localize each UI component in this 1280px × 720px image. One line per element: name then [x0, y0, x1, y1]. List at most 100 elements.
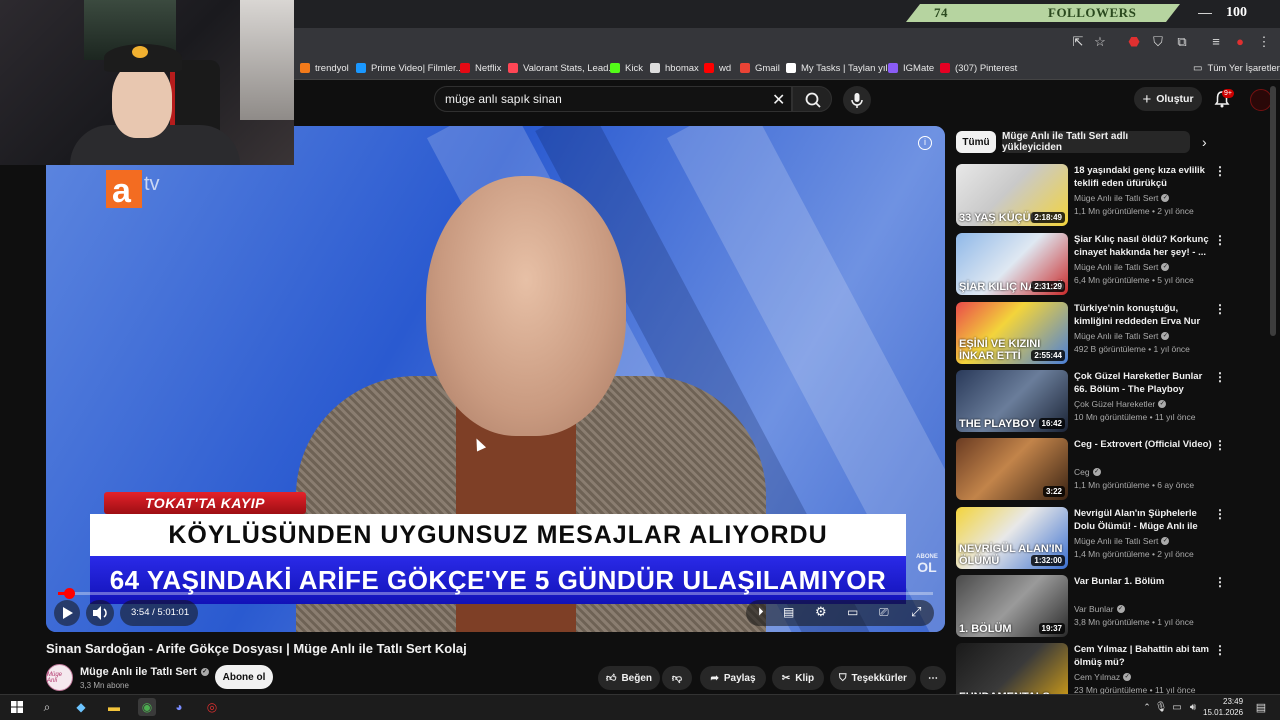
recommended-channel[interactable]: Müge Anlı ile Tatlı Sert ✓: [1074, 262, 1170, 272]
recommended-channel[interactable]: Var Bunlar ✓: [1074, 604, 1125, 614]
bookmark-item[interactable]: My Tasks | Taylan yıl...: [786, 60, 896, 76]
settings-gear-icon[interactable]: ⚙: [815, 604, 827, 620]
recommended-title[interactable]: Cem Yılmaz | Bahattin abi tam ölmüş mü?: [1074, 643, 1212, 669]
page-scrollbar[interactable]: [1270, 86, 1276, 336]
clear-search-icon[interactable]: ✕: [772, 90, 785, 110]
bookmark-item[interactable]: Valorant Stats, Lead...: [508, 60, 616, 76]
all-bookmarks[interactable]: ▭ Tüm Yer İşaretleri: [1193, 60, 1280, 76]
bookmark-star-icon[interactable]: ☆: [1092, 34, 1108, 50]
extensions-puzzle-icon[interactable]: ⧉: [1174, 34, 1190, 50]
obs-icon[interactable]: ◎: [203, 698, 221, 716]
browser-menu-icon[interactable]: ⋮: [1256, 34, 1272, 50]
bookmark-item[interactable]: Kick: [610, 60, 643, 76]
more-options-icon[interactable]: ⋮: [1214, 164, 1226, 178]
video-thumbnail[interactable]: 3:22: [956, 438, 1068, 500]
dislike-button[interactable]: 👎︎: [662, 666, 692, 690]
cast-icon[interactable]: ⎚: [879, 605, 889, 620]
chip-all[interactable]: Tümü: [956, 131, 996, 153]
bookmark-item[interactable]: Netflix: [460, 60, 501, 76]
shield-icon[interactable]: ⛉: [1150, 34, 1166, 50]
video-thumbnail[interactable]: ŞİAR KILIÇ NASIL Ö 2:31:29: [956, 233, 1068, 295]
recommended-channel[interactable]: Müge Anlı ile Tatlı Sert ✓: [1074, 331, 1170, 341]
reading-list-icon[interactable]: ≡: [1208, 34, 1224, 50]
more-options-icon[interactable]: ⋮: [1214, 643, 1226, 657]
video-thumbnail[interactable]: NEVRİGÜL ALAN'IN ÖLÜMÜ 1:32:00: [956, 507, 1068, 569]
user-avatar[interactable]: [1250, 89, 1272, 111]
play-button[interactable]: [54, 600, 80, 626]
file-explorer-icon[interactable]: ▬: [105, 698, 123, 716]
recommended-video[interactable]: 1. BÖLÜM 19:37 Var Bunlar 1. Bölüm Var Bunl…: [956, 575, 1228, 639]
profile-icon[interactable]: ●: [1232, 34, 1248, 50]
video-thumbnail[interactable]: EŞİNİ VE KIZINI İNKAR ETTİ 2:55:44: [956, 302, 1068, 364]
recommended-title[interactable]: Türkiye'nin konuştuğu, kimliğini reddede…: [1074, 302, 1212, 328]
miniplayer-icon[interactable]: ▭: [847, 605, 858, 619]
recommended-video[interactable]: NEVRİGÜL ALAN'IN ÖLÜMÜ 1:32:00 Nevrigül Al…: [956, 507, 1228, 571]
bookmark-item[interactable]: Prime Video| Filmler...: [356, 60, 464, 76]
recommended-video[interactable]: THE PLAYBOY 16:42 Çok Güzel Hareketler Bun…: [956, 370, 1228, 434]
recommended-title[interactable]: Var Bunlar 1. Bölüm: [1074, 575, 1212, 588]
bookmark-item[interactable]: Gmail: [740, 60, 780, 76]
recommended-channel[interactable]: Müge Anlı ile Tatlı Sert ✓: [1074, 536, 1170, 546]
bookmark-item[interactable]: IGMate: [888, 60, 934, 76]
search-button[interactable]: [792, 86, 832, 112]
install-app-icon[interactable]: ⇱: [1070, 34, 1086, 50]
taskbar-search-icon[interactable]: ⌕: [38, 698, 56, 716]
chip-from-channel[interactable]: Müge Anlı ile Tatlı Sert adlı yükleyicid…: [1002, 131, 1190, 153]
recommended-title[interactable]: Çok Güzel Hareketler Bunlar 66. Bölüm - …: [1074, 370, 1212, 396]
voice-search-button[interactable]: [843, 86, 871, 114]
more-actions-button[interactable]: ⋯: [920, 666, 946, 690]
recommended-video[interactable]: 3:22 Ceg - Extrovert (Official Video) Ceg ✓…: [956, 438, 1228, 502]
info-icon[interactable]: i: [918, 136, 932, 150]
recommended-video[interactable]: ŞİAR KILIÇ NASIL Ö 2:31:29 Şiar Kılıç nası…: [956, 233, 1228, 297]
fullscreen-icon[interactable]: ⤢: [911, 604, 921, 620]
recommended-channel[interactable]: Cem Yılmaz ✓: [1074, 672, 1132, 682]
recommended-video[interactable]: EŞİNİ VE KIZINI İNKAR ETTİ 2:55:44 Türkiye…: [956, 302, 1228, 366]
video-thumbnail[interactable]: 33 YAŞ KÜÇÜK 2:18:49: [956, 164, 1068, 226]
subtitles-icon[interactable]: ▤: [783, 605, 794, 619]
copilot-icon[interactable]: ◆: [72, 698, 90, 716]
discord-icon[interactable]: ◕: [170, 698, 188, 716]
video-progress-bar[interactable]: [58, 588, 933, 599]
autoplay-toggle-icon[interactable]: ⏵: [758, 606, 764, 619]
more-options-icon[interactable]: ⋮: [1214, 438, 1226, 452]
channel-name[interactable]: Müge Anlı ile Tatlı Sert ✓: [80, 666, 209, 678]
search-query[interactable]: müge anlı sapık sinan: [445, 92, 562, 106]
recommended-title[interactable]: Şiar Kılıç nasıl öldü? Korkunç cinayet h…: [1074, 233, 1212, 259]
recommended-title[interactable]: Nevrigül Alan'ın Şüphelerle Dolu Ölümü! …: [1074, 507, 1212, 533]
channel-avatar[interactable]: Müge Anlı: [46, 664, 73, 691]
bookmark-item[interactable]: trendyol: [300, 60, 349, 76]
recommended-channel[interactable]: Müge Anlı ile Tatlı Sert ✓: [1074, 193, 1170, 203]
recommended-channel[interactable]: Ceg ✓: [1074, 467, 1101, 477]
more-options-icon[interactable]: ⋮: [1214, 370, 1226, 384]
like-button[interactable]: 👍︎ Beğen: [598, 666, 660, 690]
clip-button[interactable]: ✂ Klip: [772, 666, 824, 690]
video-player[interactable]: a tv i TOKAT'TA KAYIP KÖYLÜSÜNDEN UYGUNSU…: [46, 126, 945, 632]
recommended-title[interactable]: Ceg - Extrovert (Official Video): [1074, 438, 1212, 451]
recommended-video[interactable]: 33 YAŞ KÜÇÜK 2:18:49 18 yaşındaki genç kız…: [956, 164, 1228, 228]
video-thumbnail[interactable]: 1. BÖLÜM 19:37: [956, 575, 1068, 637]
bookmark-item[interactable]: wd: [704, 60, 731, 76]
windows-start-icon[interactable]: [8, 698, 26, 716]
more-options-icon[interactable]: ⋮: [1214, 233, 1226, 247]
recommended-title[interactable]: 18 yaşındaki genç kıza evlilik teklifi e…: [1074, 164, 1212, 190]
clock[interactable]: 23:49 15.01.2026: [1203, 696, 1243, 718]
chrome-icon[interactable]: ◉: [138, 698, 156, 716]
create-button[interactable]: + Oluştur: [1134, 87, 1202, 111]
more-options-icon[interactable]: ⋮: [1214, 302, 1226, 316]
more-icon: ⋯: [928, 672, 938, 684]
bookmark-item[interactable]: hbomax: [650, 60, 699, 76]
minimize-button[interactable]: —: [1198, 4, 1212, 20]
more-options-icon[interactable]: ⋮: [1214, 507, 1226, 521]
bookmark-item[interactable]: (307) Pinterest: [940, 60, 1017, 76]
more-options-icon[interactable]: ⋮: [1214, 575, 1226, 589]
chevron-right-icon[interactable]: ›: [1202, 134, 1207, 150]
recommended-channel[interactable]: Çok Güzel Hareketler ✓: [1074, 399, 1167, 409]
thanks-button[interactable]: ⛉ Teşekkürler: [830, 666, 916, 690]
volume-tray-icon[interactable]: 🔊︎: [1184, 698, 1202, 716]
video-thumbnail[interactable]: THE PLAYBOY 16:42: [956, 370, 1068, 432]
notification-center-icon[interactable]: ▤: [1252, 698, 1270, 716]
share-button[interactable]: ➦ Paylaş: [700, 666, 766, 690]
mute-button[interactable]: [86, 600, 114, 626]
subscribe-button[interactable]: Abone ol: [215, 665, 273, 689]
extension-te-icon[interactable]: ⬣: [1126, 34, 1142, 50]
